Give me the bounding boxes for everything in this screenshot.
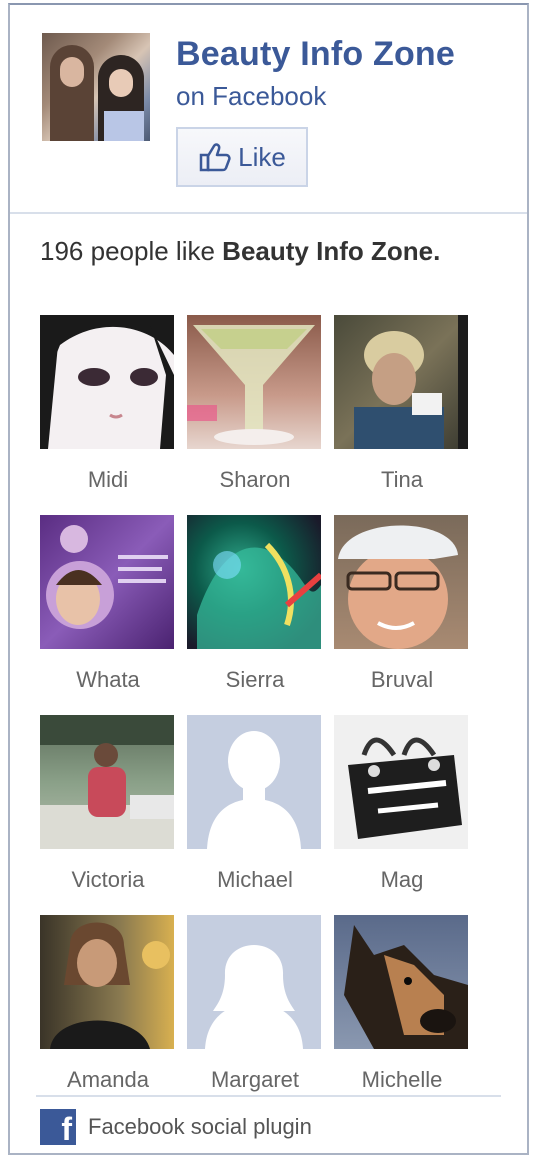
footer-divider — [36, 1095, 501, 1097]
default-profile-icon — [207, 731, 301, 849]
default-profile-icon — [205, 945, 303, 1049]
fan-name[interactable]: Amanda — [40, 1067, 176, 1093]
fan-item[interactable]: Sierra — [187, 515, 323, 693]
like-button-label: Like — [238, 141, 286, 172]
page-profile-photo[interactable] — [42, 33, 150, 141]
fan-name[interactable]: Sharon — [187, 467, 323, 493]
facebook-like-box: Beauty Info Zone on Facebook Like 196 pe… — [8, 3, 529, 1155]
fan-photo[interactable] — [334, 315, 468, 449]
fan-photo[interactable] — [187, 915, 321, 1049]
fan-photo[interactable] — [40, 315, 174, 449]
likes-page-name[interactable]: Beauty Info Zone. — [222, 236, 440, 266]
fan-name[interactable]: Tina — [334, 467, 470, 493]
page-title-link[interactable]: Beauty Info Zone — [176, 35, 455, 74]
fan-name[interactable]: Michael — [187, 867, 323, 893]
fan-item[interactable]: Michael — [187, 715, 323, 893]
fan-item[interactable]: Mag — [334, 715, 470, 893]
fan-item[interactable]: Whata — [40, 515, 176, 693]
page-header: Beauty Info Zone on Facebook Like — [10, 5, 527, 212]
fan-photo[interactable] — [187, 715, 321, 849]
page-subtitle: on Facebook — [176, 81, 327, 111]
fan-item[interactable]: Sharon — [187, 315, 323, 493]
likes-count-text: 196 people like Beauty Info Zone. — [40, 233, 480, 270]
facebook-f-icon[interactable]: f — [40, 1109, 76, 1145]
fan-photo[interactable] — [187, 515, 321, 649]
fan-name[interactable]: Victoria — [40, 867, 176, 893]
fan-name[interactable]: Mag — [334, 867, 470, 893]
fan-name[interactable]: Margaret — [187, 1067, 323, 1093]
likes-count: 196 — [40, 236, 84, 266]
fan-name[interactable]: Bruval — [334, 667, 470, 693]
fan-photo[interactable] — [334, 715, 468, 849]
fan-item[interactable]: Midi — [40, 315, 176, 493]
fan-item[interactable]: Bruval — [334, 515, 470, 693]
fan-name[interactable]: Whata — [40, 667, 176, 693]
fan-photo[interactable] — [334, 915, 468, 1049]
fan-item[interactable]: Margaret — [187, 915, 323, 1093]
fan-photo[interactable] — [334, 515, 468, 649]
fan-photo[interactable] — [187, 315, 321, 449]
fan-photo[interactable] — [40, 715, 174, 849]
thumbs-up-icon — [199, 143, 231, 172]
fan-photo[interactable] — [40, 515, 174, 649]
fan-name[interactable]: Michelle — [334, 1067, 470, 1093]
fan-name[interactable]: Midi — [40, 467, 176, 493]
fan-photo[interactable] — [40, 915, 174, 1049]
fan-item[interactable]: Amanda — [40, 915, 176, 1093]
fan-name[interactable]: Sierra — [187, 667, 323, 693]
plugin-footer: f Facebook social plugin — [40, 1109, 312, 1145]
fan-item[interactable]: Michelle — [334, 915, 470, 1093]
fan-item[interactable]: Victoria — [40, 715, 176, 893]
fan-item[interactable]: Tina — [334, 315, 470, 493]
like-button[interactable]: Like — [176, 127, 308, 187]
plugin-footer-link[interactable]: Facebook social plugin — [88, 1114, 312, 1140]
header-divider — [10, 212, 527, 214]
likes-prefix: people like — [90, 236, 215, 266]
